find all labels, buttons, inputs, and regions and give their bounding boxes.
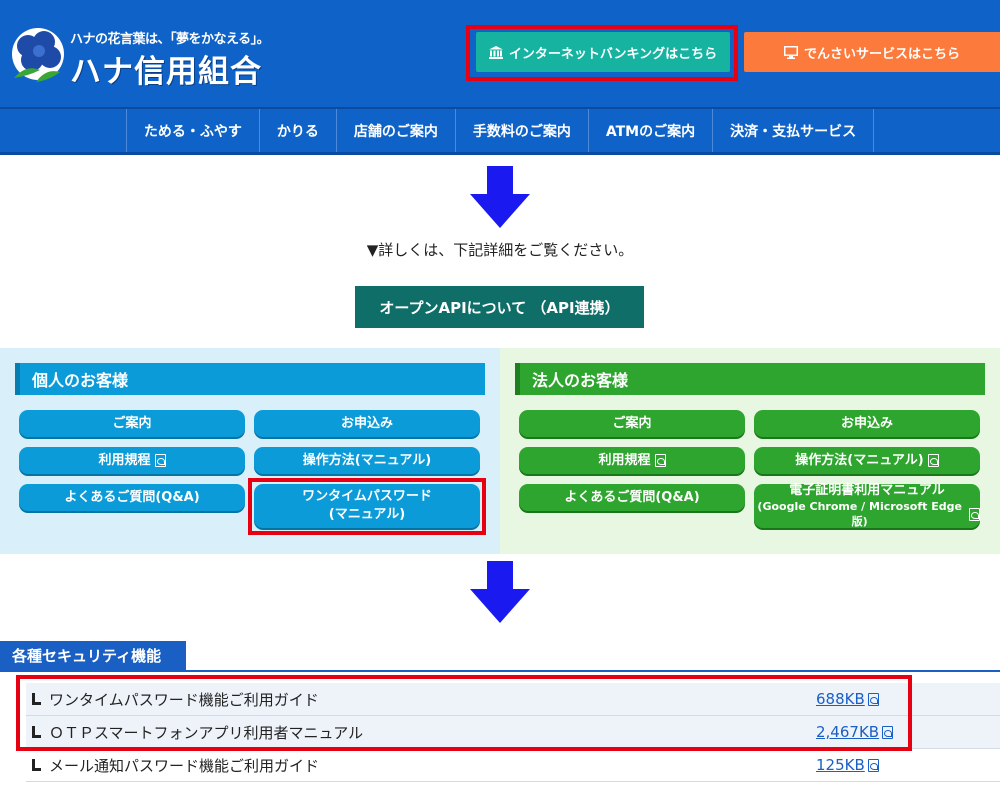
nav-item-atm[interactable]: ATMのご案内 xyxy=(589,109,714,152)
corporate-terms-button[interactable]: 利用規程 xyxy=(519,447,745,474)
notice-text: ▼詳しくは、下記詳細をご覧ください。 xyxy=(366,241,634,259)
corporate-panel-title: 法人のお客様 xyxy=(515,363,985,395)
nav-item-save[interactable]: ためる・ふやす xyxy=(127,109,260,152)
corporate-terms-label: 利用規程 xyxy=(598,452,651,468)
personal-terms-button[interactable]: 利用規程 xyxy=(19,447,245,474)
personal-faq-button[interactable]: よくあるご質問(Q&A) xyxy=(19,484,245,511)
corporate-manual-label: 操作方法(マニュアル) xyxy=(795,452,924,468)
doc-title: メール通知パスワード機能ご利用ガイド xyxy=(49,756,320,775)
highlight-box-otp-manual xyxy=(248,478,486,535)
site-header: ハナの花言葉は、「夢をかなえる」。 ハナ信用組合 インターネットバンキングはこち… xyxy=(0,0,1000,107)
personal-apply-button[interactable]: お申込み xyxy=(254,410,480,437)
global-nav: ためる・ふやす かりる 店舗のご案内 手数料のご案内 ATMのご案内 決済・支払… xyxy=(0,107,1000,155)
logo-name: ハナ信用組合 xyxy=(70,54,262,90)
doc-download-link[interactable]: 125KB xyxy=(816,756,879,774)
corporate-apply-button[interactable]: お申込み xyxy=(754,410,980,437)
highlight-box-security-docs xyxy=(16,675,912,751)
logo-tagline: ハナの花言葉は、「夢をかなえる」。 xyxy=(70,32,270,47)
personal-manual-button[interactable]: 操作方法(マニュアル) xyxy=(254,447,480,474)
nav-item-payment[interactable]: 決済・支払サービス xyxy=(713,109,875,152)
highlight-box-internet-banking xyxy=(466,25,738,81)
corporate-faq-button[interactable]: よくあるご質問(Q&A) xyxy=(519,484,745,511)
hana-flower-icon xyxy=(12,28,64,82)
personal-panel-title: 個人のお客様 xyxy=(15,363,485,395)
pdf-icon xyxy=(969,508,980,522)
densai-service-button[interactable]: でんさいサービスはこちら xyxy=(744,32,1000,72)
nav-item-branches[interactable]: 店舗のご案内 xyxy=(337,109,456,152)
pdf-icon xyxy=(654,453,666,467)
down-arrow-icon xyxy=(470,561,530,623)
corporate-cert-manual-button[interactable]: 電子証明書利用マニュアル (Google Chrome / Microsoft … xyxy=(754,483,980,528)
monitor-icon xyxy=(783,45,798,59)
corporate-customer-panel: 法人のお客様 ご案内 お申込み 利用規程 操作方法(マニュアル) よくあるご質問… xyxy=(500,348,1000,554)
cert-button-line2: (Google Chrome / Microsoft Edge版) xyxy=(757,499,962,528)
nav-item-borrow[interactable]: かりる xyxy=(260,109,337,152)
pdf-icon xyxy=(867,758,879,772)
section-divider xyxy=(0,670,1000,672)
open-api-button[interactable]: オープンAPIについて （API連携） xyxy=(355,286,644,328)
list-item: メール通知パスワード機能ご利用ガイド 125KB xyxy=(26,749,1000,782)
pdf-icon xyxy=(927,453,939,467)
cert-button-line1: 電子証明書利用マニュアル xyxy=(789,483,945,499)
security-section-title: 各種セキュリティ機能 xyxy=(0,641,186,670)
corner-bullet-icon xyxy=(32,759,41,771)
pdf-icon xyxy=(154,453,166,467)
personal-terms-label: 利用規程 xyxy=(98,452,151,468)
down-arrow-icon xyxy=(470,166,530,228)
corporate-manual-button[interactable]: 操作方法(マニュアル) xyxy=(754,447,980,474)
site-logo[interactable]: ハナの花言葉は、「夢をかなえる」。 ハナ信用組合 xyxy=(6,26,276,90)
nav-item-fees[interactable]: 手数料のご案内 xyxy=(456,109,589,152)
densai-label: でんさいサービスはこちら xyxy=(803,46,960,62)
corporate-guide-button[interactable]: ご案内 xyxy=(519,410,745,437)
personal-guide-button[interactable]: ご案内 xyxy=(19,410,245,437)
